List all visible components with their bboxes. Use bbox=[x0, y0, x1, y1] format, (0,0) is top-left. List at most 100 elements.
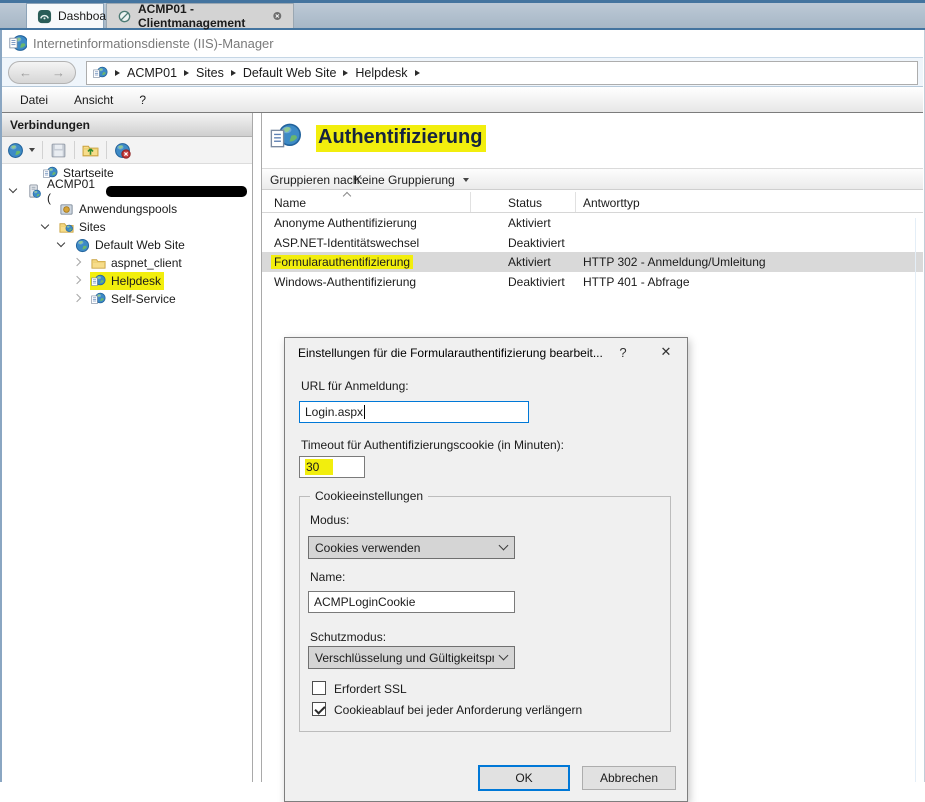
breadcrumb-item-acmp01[interactable]: ACMP01 bbox=[127, 66, 177, 80]
login-url-input[interactable]: Login.aspx bbox=[299, 401, 529, 423]
cell-name: Windows-Authentifizierung bbox=[274, 275, 416, 289]
table-row-windows-authentifizierung[interactable]: Windows-Authentifizierung Deaktiviert HTTP… bbox=[262, 272, 923, 292]
timeout-value: 30 bbox=[305, 459, 333, 475]
forward-button[interactable]: → bbox=[52, 65, 65, 80]
column-header-response[interactable]: Antworttyp bbox=[583, 196, 640, 210]
timeout-input[interactable]: 30 bbox=[299, 456, 365, 478]
cell-status: Aktiviert bbox=[508, 216, 551, 230]
tree-node[interactable]: Anwendungspools bbox=[58, 200, 180, 218]
tab-active-label: ACMP01 - Clientmanagement bbox=[138, 2, 264, 30]
group-by-toolbar: Gruppieren nach: Keine Gruppierung bbox=[262, 168, 923, 190]
chevron-down-icon bbox=[499, 651, 509, 661]
tree-node[interactable]: Self-Service bbox=[90, 290, 179, 308]
cell-response-type: HTTP 401 - Abfrage bbox=[583, 275, 690, 289]
expand-arrow-icon[interactable] bbox=[73, 258, 81, 266]
tree-item-default-web-site[interactable]: Default Web Site bbox=[2, 236, 252, 254]
cookie-name-input[interactable]: ACMPLoginCookie bbox=[308, 591, 515, 613]
sliding-expiration-checkbox[interactable] bbox=[312, 702, 326, 716]
menu-bar: Datei Ansicht? bbox=[2, 87, 923, 113]
tab-close-icon[interactable] bbox=[272, 9, 283, 23]
tree-item-acmp01[interactable]: ACMP01 () bbox=[2, 182, 252, 200]
cancel-button[interactable]: Abbrechen bbox=[582, 766, 676, 790]
address-bar: ← → ACMP01 Sites Default Web Site Helpdesk bbox=[2, 57, 923, 87]
group-by-dropdown[interactable]: Keine Gruppierung bbox=[350, 171, 473, 189]
tree-node[interactable]: Helpdesk bbox=[90, 272, 164, 290]
panel-splitter[interactable] bbox=[252, 113, 262, 782]
remove-connection-icon[interactable] bbox=[114, 142, 131, 159]
tree-node[interactable]: aspnet_client bbox=[90, 254, 185, 272]
table-row-anonyme-authentifizierung[interactable]: Anonyme Authentifizierung Aktiviert bbox=[262, 213, 923, 233]
tree-item-label: aspnet_client bbox=[111, 256, 182, 270]
table-row-asp-net-identit-tswechsel[interactable]: ASP.NET-IdentitätswechselDeaktiviert bbox=[262, 233, 923, 253]
cell-status: Deaktiviert bbox=[508, 275, 565, 289]
breadcrumb-arrow-icon[interactable] bbox=[184, 70, 189, 76]
ok-button[interactable]: OK bbox=[478, 765, 570, 791]
breadcrumb[interactable]: ACMP01 Sites Default Web Site Helpdesk bbox=[86, 61, 918, 85]
group-by-value: Keine Gruppierung bbox=[354, 173, 455, 187]
chevron-down-icon bbox=[463, 178, 469, 182]
connections-tree: StartseiteACMP01 ()Anwendungspools Sites D… bbox=[2, 164, 252, 308]
dialog-title-bar[interactable]: Einstellungen für die Formularauthentifi… bbox=[285, 338, 687, 368]
iis-manager-icon bbox=[9, 34, 27, 52]
tree-item-label: Sites bbox=[79, 220, 106, 234]
column-header-name[interactable]: Name bbox=[274, 196, 306, 210]
menu-[interactable]: ? bbox=[139, 93, 146, 107]
back-button[interactable]: ← bbox=[19, 65, 32, 80]
tab-acmp01-clientmanagement[interactable]: ACMP01 - Clientmanagement bbox=[106, 3, 294, 28]
tree-item-self-service[interactable]: Self-Service bbox=[2, 290, 252, 308]
tree-node[interactable]: Default Web Site bbox=[74, 236, 188, 254]
breadcrumb-arrow-icon[interactable] bbox=[115, 70, 120, 76]
close-icon[interactable]: ✕ bbox=[657, 344, 675, 360]
tree-node[interactable]: Sites bbox=[58, 218, 109, 236]
tree-item-sites[interactable]: Sites bbox=[2, 218, 252, 236]
require-ssl-label: Erfordert SSL bbox=[334, 682, 407, 696]
menu-datei[interactable]: Datei bbox=[20, 93, 48, 107]
column-divider[interactable] bbox=[470, 192, 471, 212]
connect-dropdown-caret-icon[interactable] bbox=[29, 148, 35, 152]
folder-up-icon[interactable] bbox=[82, 142, 99, 159]
cell-status: Aktiviert bbox=[508, 255, 551, 269]
breadcrumb-arrow-icon[interactable] bbox=[231, 70, 236, 76]
help-icon[interactable]: ? bbox=[615, 345, 631, 360]
iis-manager-window: Internetinformationsdienste (IIS)-Manage… bbox=[0, 30, 925, 782]
tree-item-anwendungspools[interactable]: Anwendungspools bbox=[2, 200, 252, 218]
table-row-formularauthentifizierung[interactable]: FormularauthentifizierungAktiviertHTTP 3… bbox=[262, 252, 923, 272]
expand-arrow-icon[interactable] bbox=[73, 294, 81, 302]
breadcrumb-arrow-icon[interactable] bbox=[343, 70, 348, 76]
breadcrumb-item-default-web-site[interactable]: Default Web Site bbox=[243, 66, 337, 80]
tree-item-helpdesk[interactable]: Helpdesk bbox=[2, 272, 252, 290]
mode-dropdown[interactable]: Cookies verwenden bbox=[308, 536, 515, 559]
tree-item-aspnet-client[interactable]: aspnet_client bbox=[2, 254, 252, 272]
breadcrumb-item-sites[interactable]: Sites bbox=[196, 66, 224, 80]
cell-response-type: HTTP 302 - Anmeldung/Umleitung bbox=[583, 255, 766, 269]
sites-icon bbox=[59, 220, 74, 235]
column-header-status[interactable]: Status bbox=[508, 196, 542, 210]
login-url-label: URL für Anmeldung: bbox=[301, 379, 409, 393]
tab-dashboard[interactable]: Dashboard bbox=[26, 3, 104, 28]
collapse-arrow-icon[interactable] bbox=[41, 221, 49, 229]
menu-ansicht[interactable]: Ansicht bbox=[74, 93, 113, 107]
cell-name: Anonyme Authentifizierung bbox=[274, 216, 417, 230]
window-title-bar: Internetinformationsdienste (IIS)-Manage… bbox=[2, 30, 923, 57]
authentication-feature-icon bbox=[270, 122, 302, 154]
expand-arrow-icon[interactable] bbox=[73, 276, 81, 284]
save-icon[interactable] bbox=[50, 142, 67, 159]
collapse-arrow-icon[interactable] bbox=[9, 185, 17, 193]
connect-globe-icon[interactable] bbox=[7, 142, 24, 159]
breadcrumb-item-helpdesk[interactable]: Helpdesk bbox=[355, 66, 407, 80]
dashboard-icon bbox=[37, 9, 52, 24]
require-ssl-checkbox[interactable] bbox=[312, 681, 326, 695]
folder-icon bbox=[91, 256, 106, 271]
tree-node[interactable]: ACMP01 () bbox=[26, 182, 260, 200]
connections-toolbar bbox=[2, 137, 252, 164]
timeout-label: Timeout für Authentifizierungscookie (in… bbox=[301, 438, 564, 452]
column-divider[interactable] bbox=[575, 192, 576, 212]
tree-item-startseite[interactable]: Startseite bbox=[2, 164, 252, 182]
page-title: Authentifizierung bbox=[316, 125, 486, 152]
connections-panel: Verbindungen StartseiteACMP01 ()Anwendun… bbox=[2, 113, 252, 782]
collapse-arrow-icon[interactable] bbox=[57, 239, 65, 247]
protection-mode-dropdown[interactable]: Verschlüsselung und Gültigkeitsprü bbox=[308, 646, 515, 669]
breadcrumb-arrow-icon[interactable] bbox=[415, 70, 420, 76]
sliding-expiration-label: Cookieablauf bei jeder Anforderung verlä… bbox=[334, 703, 582, 717]
window-title: Internetinformationsdienste (IIS)-Manage… bbox=[33, 36, 274, 51]
